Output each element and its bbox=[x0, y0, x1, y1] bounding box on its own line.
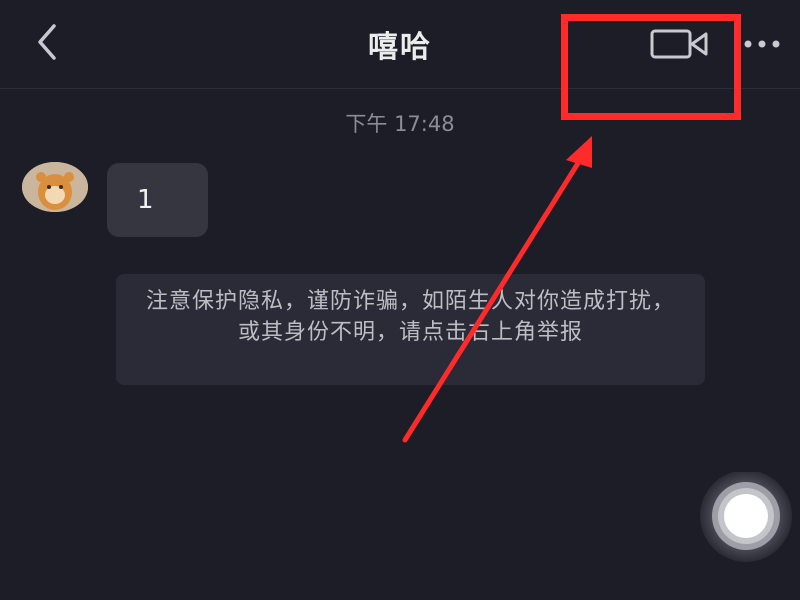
privacy-notice: 注意保护隐私，谨防诈骗，如陌生人对你造成打扰，或其身份不明，请点击右上角举报 bbox=[116, 274, 705, 385]
more-horizontal-icon bbox=[744, 40, 780, 48]
assistive-touch-icon bbox=[700, 470, 792, 562]
chat-screen: 嘻哈 下午 17:48 1 注意保护隐私，谨防诈骗，如陌生人对你造成打扰，或其身… bbox=[0, 0, 800, 600]
avatar-image bbox=[22, 162, 88, 212]
back-button[interactable] bbox=[28, 22, 68, 62]
assistive-touch-button[interactable] bbox=[688, 470, 800, 562]
more-options-button[interactable] bbox=[742, 30, 792, 60]
avatar[interactable] bbox=[22, 162, 88, 212]
annotation-highlight-box bbox=[561, 14, 741, 120]
message-bubble[interactable]: 1 bbox=[107, 163, 208, 237]
chevron-left-icon bbox=[38, 24, 56, 60]
